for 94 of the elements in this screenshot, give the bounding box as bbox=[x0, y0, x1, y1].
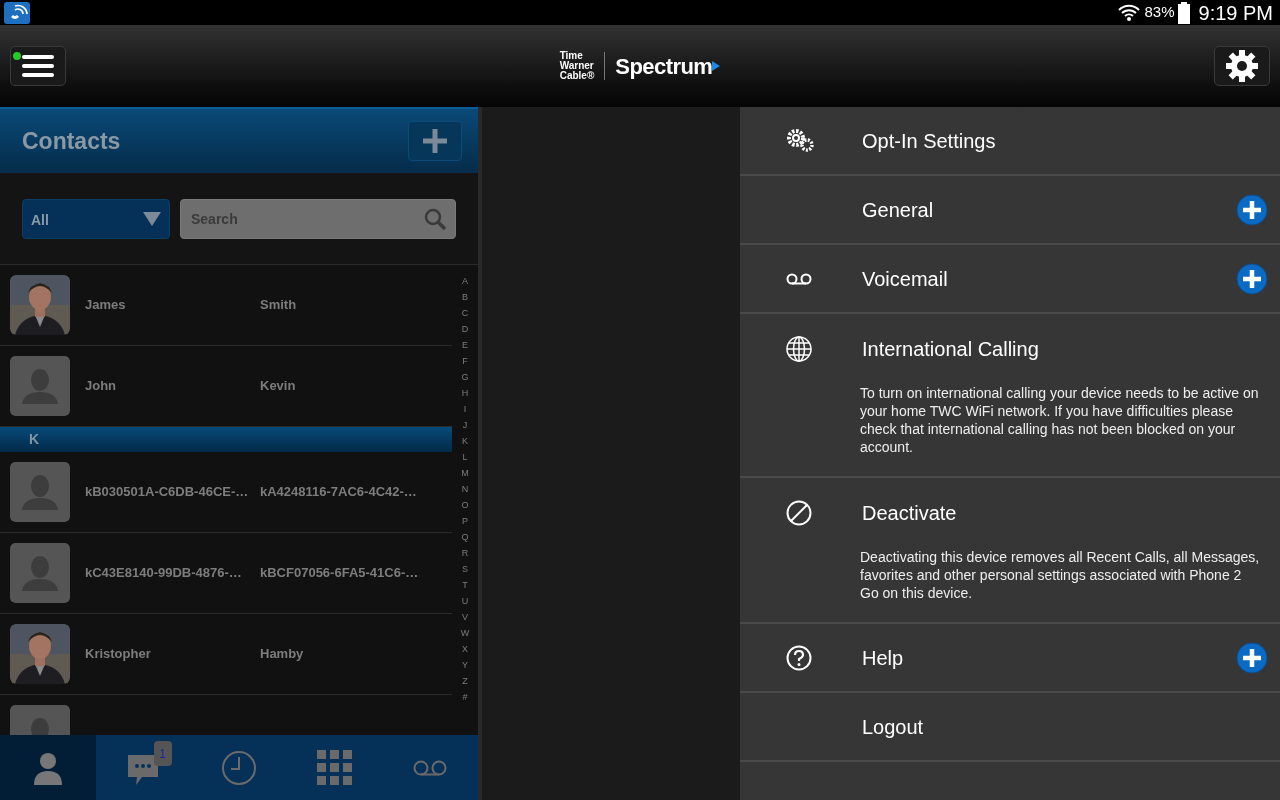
avatar-placeholder-icon bbox=[10, 462, 70, 522]
menu-icon[interactable] bbox=[22, 55, 54, 77]
index-letter[interactable]: V bbox=[462, 609, 468, 625]
menu-item[interactable]: Voicemail bbox=[740, 245, 1280, 314]
contact-row[interactable]: Kristopher Hamby bbox=[0, 614, 452, 695]
tab[interactable] bbox=[0, 735, 96, 800]
contact-first-name: John bbox=[84, 377, 118, 396]
section-letter: K bbox=[29, 430, 40, 449]
index-letter[interactable]: P bbox=[462, 513, 468, 529]
menu-item[interactable]: General bbox=[740, 176, 1280, 245]
menu-item-label: Deactivate bbox=[862, 501, 958, 526]
contact-last-name: Hamby bbox=[260, 645, 304, 664]
index-letter[interactable]: E bbox=[462, 337, 468, 353]
index-letter[interactable]: A bbox=[462, 273, 468, 289]
index-letter[interactable]: S bbox=[462, 561, 468, 577]
menu-item-label: Help bbox=[862, 645, 905, 671]
logo-text: Time bbox=[559, 51, 584, 61]
app-icon bbox=[3, 1, 31, 24]
index-letter[interactable]: Q bbox=[461, 529, 469, 545]
contact-last-name: kBCF07056-6FA5-41C6-… bbox=[260, 564, 419, 583]
menu-item[interactable]: Deactivate Deactivating this device removes all Recent Calls, all Messages, favorites and other personal settings associated with Phone 2 Go on this device. bbox=[740, 478, 1280, 624]
block-icon bbox=[786, 500, 812, 526]
wifi-icon bbox=[1118, 2, 1141, 23]
dropdown-value: All bbox=[31, 211, 49, 230]
index-letter[interactable]: H bbox=[461, 385, 469, 401]
add-contact-button[interactable] bbox=[408, 121, 462, 161]
battery-icon bbox=[1176, 1, 1191, 24]
contact-row[interactable]: James Smith bbox=[0, 265, 452, 346]
index-letter[interactable]: Y bbox=[462, 657, 468, 673]
menu-item-description: Deactivating this device removes all Recent Calls, all Messages, favorites and other personal settings associated with Phone 2 Go on this device. bbox=[860, 548, 1260, 602]
menu-item[interactable]: Logout bbox=[740, 693, 1280, 762]
index-letter[interactable]: U bbox=[461, 593, 469, 609]
index-letter[interactable]: D bbox=[461, 321, 469, 337]
index-letter[interactable]: J bbox=[462, 417, 468, 433]
index-letter[interactable]: K bbox=[462, 433, 468, 449]
avatar-placeholder-icon bbox=[10, 356, 70, 416]
clock-time: 9:19 PM bbox=[1198, 0, 1273, 26]
contact-last-name: Smith bbox=[260, 296, 297, 315]
menu-item-label: Logout bbox=[862, 714, 925, 740]
contact-row[interactable]: kC43E8140-99DB-4876-… kBCF07056-6FA5-41C6-… bbox=[0, 533, 452, 614]
contact-last-name: kA4248116-7AC6-4C42-… bbox=[260, 483, 417, 502]
voicemail-icon bbox=[786, 272, 812, 285]
menu-item-label: General bbox=[862, 197, 935, 223]
menu-item-label: Voicemail bbox=[862, 266, 949, 292]
keypad-icon[interactable] bbox=[317, 750, 353, 785]
index-letter[interactable]: N bbox=[461, 481, 469, 497]
index-letter[interactable]: M bbox=[461, 465, 469, 481]
menu-item-label: International Calling bbox=[862, 337, 1040, 362]
menu-item-description: To turn on international calling your device needs to be active on your home TWC WiFi network. If you have difficulties please check that international calling has not been blocked on your account. bbox=[860, 384, 1260, 456]
contact-first-name: James bbox=[84, 296, 127, 315]
settings-button[interactable] bbox=[1214, 46, 1270, 86]
contact-first-name: Kristopher bbox=[84, 645, 152, 664]
person-icon[interactable] bbox=[31, 750, 64, 785]
index-letter[interactable]: W bbox=[460, 625, 470, 641]
menu-item[interactable]: Opt-In Settings bbox=[740, 107, 1280, 176]
settings-icon[interactable] bbox=[1225, 49, 1259, 83]
contact-first-name: kC43E8140-99DB-4876-… bbox=[84, 564, 243, 583]
index-letter[interactable]: C bbox=[461, 305, 469, 321]
index-letter[interactable]: X bbox=[462, 641, 468, 657]
contact-row[interactable]: kB030501A-C6DB-46CE-… kA4248116-7AC6-4C42-… bbox=[0, 452, 452, 533]
plus-icon[interactable] bbox=[423, 129, 447, 153]
battery-percent: 83% bbox=[1144, 2, 1175, 23]
index-letter[interactable]: B bbox=[462, 289, 468, 305]
index-letter[interactable]: L bbox=[462, 449, 468, 465]
globe-icon bbox=[786, 336, 812, 362]
help-icon bbox=[786, 644, 812, 671]
logo-text: Cable® bbox=[559, 71, 595, 81]
search-icon bbox=[424, 207, 446, 230]
index-letter[interactable]: O bbox=[461, 497, 469, 513]
index-letter[interactable]: G bbox=[461, 369, 469, 385]
unread-badge: 1 bbox=[153, 741, 172, 766]
gears-icon bbox=[786, 127, 816, 154]
logo-text: Warner bbox=[559, 61, 595, 71]
expand-icon[interactable] bbox=[1236, 641, 1268, 674]
index-letter[interactable]: F bbox=[462, 353, 468, 369]
index-letter[interactable]: T bbox=[462, 577, 468, 593]
play-icon bbox=[712, 61, 721, 71]
avatar-placeholder-icon bbox=[10, 543, 70, 603]
brand-name: Spectrum bbox=[615, 52, 713, 81]
index-letter[interactable]: # bbox=[462, 689, 468, 705]
expand-icon[interactable] bbox=[1236, 262, 1268, 295]
index-letter[interactable]: R bbox=[461, 545, 469, 561]
caret-icon[interactable] bbox=[143, 211, 161, 226]
index-letter[interactable]: Z bbox=[462, 673, 468, 689]
contact-first-name: kB030501A-C6DB-46CE-… bbox=[84, 483, 250, 502]
menu-item[interactable]: Help bbox=[740, 624, 1280, 693]
menu-button[interactable] bbox=[10, 46, 66, 86]
clock-icon[interactable] bbox=[222, 750, 256, 785]
menu-item-label: Opt-In Settings bbox=[862, 128, 997, 154]
filter-dropdown[interactable]: All bbox=[22, 198, 170, 239]
panel-title: Contacts bbox=[22, 126, 121, 156]
expand-icon[interactable] bbox=[1236, 193, 1268, 226]
contact-last-name: Kevin bbox=[260, 377, 296, 396]
voicemail-icon[interactable] bbox=[413, 759, 448, 776]
